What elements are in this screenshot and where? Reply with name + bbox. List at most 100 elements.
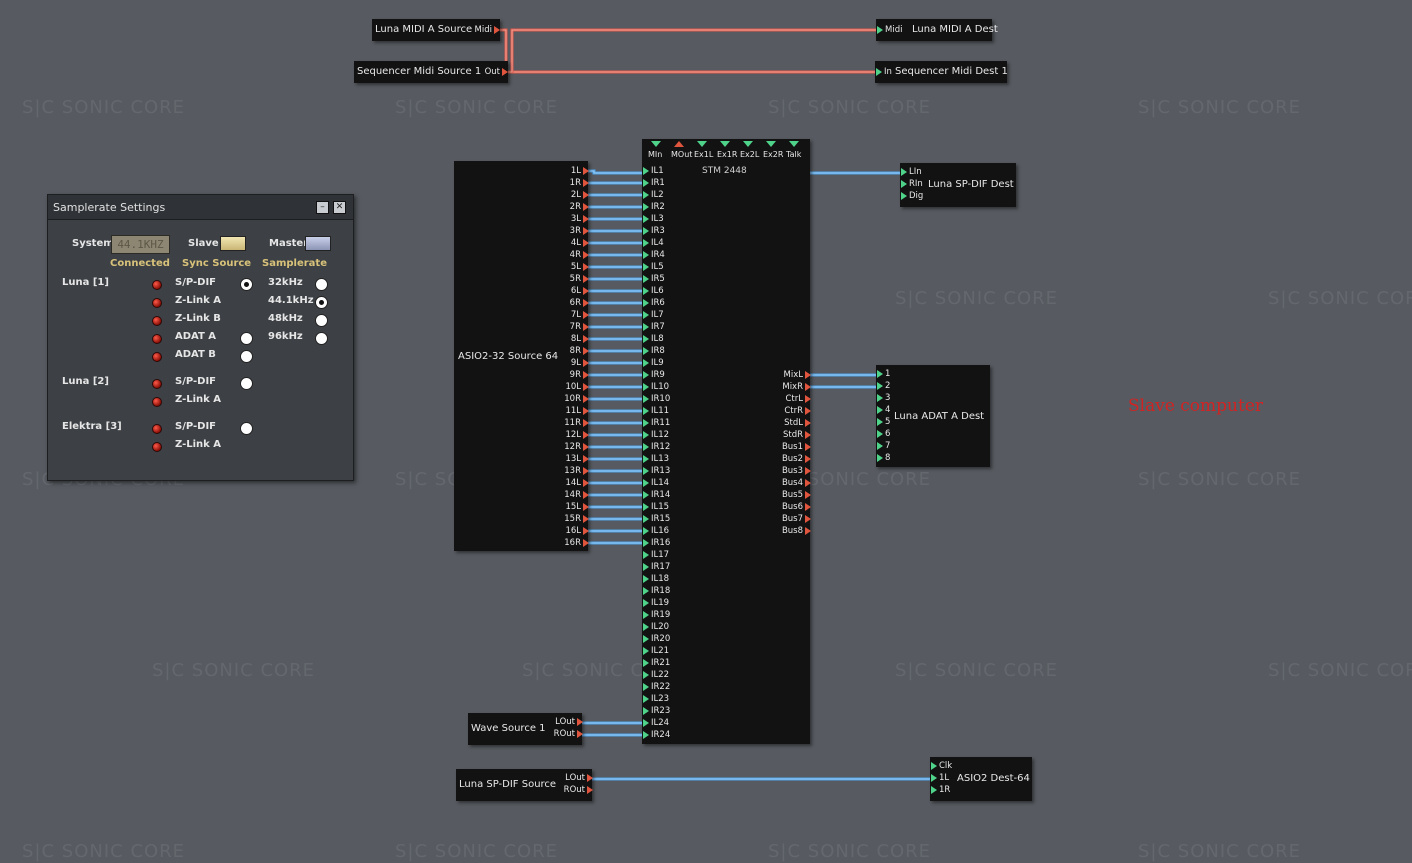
input-port[interactable]: IL12 (643, 429, 669, 441)
samplerate-radio[interactable] (315, 332, 328, 345)
input-port[interactable]: IL11 (643, 405, 669, 417)
input-port[interactable]: 7 (877, 440, 890, 452)
input-port[interactable]: IL18 (643, 573, 669, 585)
input-port[interactable]: IR8 (643, 345, 665, 357)
input-port[interactable]: IL4 (643, 237, 664, 249)
output-port[interactable]: 7R (570, 321, 589, 333)
samplerate-settings-window[interactable]: Samplerate Settings – ✕ System 44.1KHZ S… (47, 194, 354, 481)
output-port[interactable]: CtrL (786, 393, 811, 405)
output-port[interactable]: 16L (565, 525, 589, 537)
output-port[interactable]: ROut (564, 784, 593, 796)
output-port[interactable]: 5R (570, 273, 589, 285)
input-port[interactable]: IR9 (643, 369, 665, 381)
window-titlebar[interactable]: Samplerate Settings – ✕ (48, 195, 353, 220)
input-port[interactable]: IL20 (643, 621, 669, 633)
output-port[interactable]: 5L (571, 261, 589, 273)
input-port[interactable]: IR11 (643, 417, 670, 429)
output-port[interactable]: 9L (571, 357, 589, 369)
input-port[interactable]: 6 (877, 428, 890, 440)
input-port[interactable]: Clk (931, 760, 952, 772)
input-port[interactable]: IL6 (643, 285, 664, 297)
sync-source-radio[interactable] (240, 422, 253, 435)
output-port[interactable]: MixL (784, 369, 811, 381)
output-port[interactable]: MixR (782, 381, 811, 393)
input-port[interactable]: IR6 (643, 297, 665, 309)
output-port[interactable]: 7L (571, 309, 589, 321)
patch-cable[interactable] (508, 28, 880, 74)
output-port[interactable]: Bus6 (782, 501, 811, 513)
input-port[interactable]: IL3 (643, 213, 664, 225)
input-port[interactable]: 1 (877, 368, 890, 380)
input-port[interactable]: IR22 (643, 681, 670, 693)
input-port[interactable]: IL15 (643, 501, 669, 513)
input-port[interactable]: 8 (877, 452, 890, 464)
output-port[interactable]: 11R (564, 417, 589, 429)
input-port[interactable]: 4 (877, 404, 890, 416)
output-port[interactable]: 4R (570, 249, 589, 261)
output-port[interactable]: LOut (565, 772, 593, 784)
input-port[interactable]: IR7 (643, 321, 665, 333)
luna-midi-a-source-module[interactable]: Luna MIDI A Source Midi (372, 19, 500, 41)
luna-spdif-dest-module[interactable]: Luna SP-DIF Dest LIn RIn Dig (900, 163, 1016, 207)
input-port[interactable]: IR15 (643, 513, 670, 525)
input-port[interactable]: IL10 (643, 381, 669, 393)
output-port[interactable]: 2R (570, 201, 589, 213)
input-port[interactable]: IR14 (643, 489, 670, 501)
input-port[interactable]: IL16 (643, 525, 669, 537)
input-port[interactable]: IR23 (643, 705, 670, 717)
output-port[interactable]: 15R (564, 513, 589, 525)
input-port[interactable]: 3 (877, 392, 890, 404)
input-port[interactable]: IL8 (643, 333, 664, 345)
input-port[interactable]: IR10 (643, 393, 670, 405)
input-port[interactable]: IR16 (643, 537, 670, 549)
output-port[interactable]: 13R (564, 465, 589, 477)
top-input-arrow-icon[interactable] (697, 141, 707, 147)
input-port[interactable]: IL19 (643, 597, 669, 609)
input-port[interactable]: IL21 (643, 645, 669, 657)
output-port[interactable]: LOut (555, 716, 583, 728)
stm-2448-mixer-module[interactable]: MIn MOut Ex1L Ex1R Ex2L Ex2R Talk STM 2448 IL1… (642, 139, 811, 744)
sync-source-radio[interactable] (240, 377, 253, 390)
output-port[interactable]: 2L (571, 189, 589, 201)
luna-adat-a-dest-module[interactable]: Luna ADAT A Dest 12345678 (876, 365, 990, 467)
asio2-32-source-module[interactable]: ASIO2-32 Source 64 1L 1R 2L 2R 3L 3R 4L 4R 5L 5R 6… (454, 161, 589, 551)
input-port[interactable]: IR3 (643, 225, 665, 237)
output-port[interactable]: Bus7 (782, 513, 811, 525)
input-port[interactable]: IL14 (643, 477, 669, 489)
input-port[interactable]: IR2 (643, 201, 665, 213)
output-port[interactable]: Bus1 (782, 441, 811, 453)
input-port[interactable]: IL7 (643, 309, 664, 321)
input-port[interactable]: IL5 (643, 261, 664, 273)
midi-out-port[interactable]: Out (485, 66, 508, 78)
output-port[interactable]: Bus4 (782, 477, 811, 489)
sync-source-radio[interactable] (240, 350, 253, 363)
slave-button[interactable] (220, 236, 246, 251)
input-port[interactable]: IR5 (643, 273, 665, 285)
input-port[interactable]: IL2 (643, 189, 664, 201)
output-port[interactable]: Bus5 (782, 489, 811, 501)
input-port[interactable]: IL1 (643, 165, 664, 177)
master-button[interactable] (305, 236, 331, 251)
input-port[interactable]: IL22 (643, 669, 669, 681)
output-port[interactable]: 9R (570, 369, 589, 381)
output-port[interactable]: 14R (564, 489, 589, 501)
luna-spdif-source-module[interactable]: Luna SP-DIF Source LOut ROut (456, 769, 593, 801)
asio2-dest-module[interactable]: ASIO2 Dest-64 Clk 1L 1R (930, 757, 1032, 801)
midi-in-port[interactable]: Midi (877, 24, 902, 36)
input-port[interactable]: IR20 (643, 633, 670, 645)
output-port[interactable]: StdL (784, 417, 811, 429)
output-port[interactable]: 15L (565, 501, 589, 513)
output-port[interactable]: 4L (571, 237, 589, 249)
top-input-arrow-icon[interactable] (743, 141, 753, 147)
input-port[interactable]: IL24 (643, 717, 669, 729)
input-port[interactable]: 2 (877, 380, 890, 392)
input-port[interactable]: 1L (931, 772, 949, 784)
top-input-arrow-icon[interactable] (766, 141, 776, 147)
input-port[interactable]: IR13 (643, 465, 670, 477)
output-port[interactable]: Bus2 (782, 453, 811, 465)
sequencer-midi-dest-module[interactable]: In Sequencer Midi Dest 1 (875, 61, 1008, 83)
patch-cable[interactable] (500, 28, 880, 74)
output-port[interactable]: 8L (571, 333, 589, 345)
output-port[interactable]: 11L (565, 405, 589, 417)
input-port[interactable]: IR17 (643, 561, 670, 573)
